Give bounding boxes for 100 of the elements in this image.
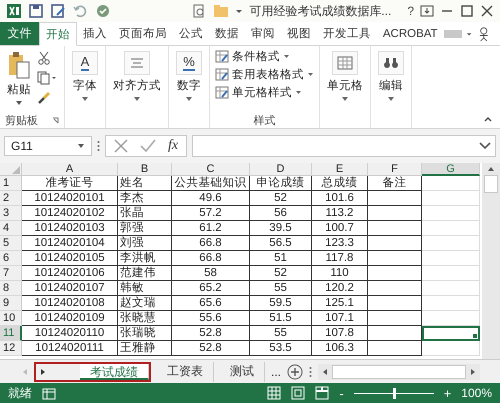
- column-header[interactable]: F: [368, 163, 422, 176]
- macro-record-icon[interactable]: [42, 386, 56, 400]
- table-cell: 59.5: [250, 296, 312, 311]
- column-header[interactable]: D: [250, 163, 312, 176]
- ribbon-button[interactable]: % 数字: [174, 49, 204, 104]
- ribbon-tab[interactable]: 数据: [208, 22, 245, 45]
- normal-view-icon[interactable]: [267, 386, 282, 400]
- scroll-right-icon[interactable]: [40, 368, 46, 376]
- table-cell: [368, 191, 422, 206]
- row-number[interactable]: 7: [0, 266, 22, 281]
- restore-ribbon-icon[interactable]: [420, 5, 434, 17]
- column-header[interactable]: G: [422, 163, 480, 176]
- window-title: 可用经验考试成绩数据库...: [249, 2, 392, 20]
- save-icon[interactable]: [28, 3, 44, 19]
- expand-icon[interactable]: [479, 142, 491, 150]
- group-label: 样式: [254, 114, 276, 128]
- table-cell: 51.5: [250, 311, 312, 326]
- add-sheet-icon[interactable]: [287, 364, 304, 380]
- insert-function-button[interactable]: fx: [168, 138, 178, 154]
- ribbon-button[interactable]: 单元格: [325, 49, 365, 104]
- scroll-thumb[interactable]: [484, 175, 498, 193]
- ribbon-tab[interactable]: 视图: [280, 22, 317, 45]
- check-icon[interactable]: [140, 139, 156, 153]
- table-cell: 王雅静: [118, 341, 172, 356]
- sheet-tab[interactable]: 测试: [220, 362, 265, 382]
- page-break-icon[interactable]: [315, 386, 330, 400]
- table-cell: 123.3: [312, 236, 368, 251]
- more-sheets[interactable]: ...: [271, 364, 282, 378]
- ribbon-tab[interactable]: 公式: [172, 22, 209, 45]
- row-number[interactable]: 3: [0, 206, 22, 221]
- ribbon-button[interactable]: 对齐方式: [111, 49, 163, 104]
- edit-document-icon[interactable]: [50, 3, 66, 19]
- sheet-tab[interactable]: 工资表: [157, 362, 214, 382]
- sheet-tab[interactable]: 考试成绩: [80, 364, 149, 380]
- table-cell: 107.1: [312, 311, 368, 326]
- column-header[interactable]: A: [22, 163, 118, 176]
- column-header[interactable]: C: [172, 163, 250, 176]
- ribbon-button[interactable]: A 字体: [70, 49, 100, 104]
- row-number[interactable]: 6: [0, 251, 22, 266]
- row-number[interactable]: 5: [0, 236, 22, 251]
- column-header[interactable]: E: [312, 163, 368, 176]
- cell-cursor[interactable]: [422, 326, 480, 341]
- row-number[interactable]: 9: [0, 296, 22, 311]
- caret-icon: [387, 96, 395, 102]
- table-cell: [422, 191, 480, 206]
- check-badge-icon[interactable]: [94, 3, 112, 19]
- collapse-ribbon-icon[interactable]: [484, 116, 492, 122]
- scroll-up-icon[interactable]: [487, 166, 495, 172]
- style-menu-button[interactable]: 套用表格格式: [215, 67, 314, 82]
- column-header[interactable]: B: [118, 163, 172, 176]
- style-menu-button[interactable]: 条件格式: [215, 49, 314, 64]
- zoom-level[interactable]: 100%: [461, 386, 492, 400]
- style-menu-button[interactable]: 单元格样式: [215, 85, 314, 100]
- row-number[interactable]: 1: [0, 176, 22, 191]
- table-cell: 10124020109: [22, 311, 118, 326]
- row-number[interactable]: 4: [0, 221, 22, 236]
- table-cell: [422, 296, 480, 311]
- scroll-right-icon[interactable]: [470, 368, 476, 376]
- table-cell: [422, 206, 480, 221]
- zoom-in-button[interactable]: +: [444, 386, 452, 400]
- ribbon-tab[interactable]: 插入: [76, 22, 113, 45]
- drag-handle-icon[interactable]: [309, 366, 312, 378]
- table-cell: [422, 221, 480, 236]
- close-icon[interactable]: [480, 5, 494, 17]
- ribbon-tab[interactable]: ACROBAT: [376, 22, 444, 45]
- paste-button[interactable]: 粘贴: [5, 49, 33, 112]
- ribbon-tab[interactable]: 页面布局: [112, 22, 173, 45]
- help-button[interactable]: ?: [407, 4, 414, 18]
- excel-logo-icon[interactable]: [6, 3, 22, 19]
- cancel-icon[interactable]: [114, 139, 128, 153]
- zoom-out-button[interactable]: -: [339, 386, 344, 400]
- vertical-scrollbar[interactable]: [482, 163, 500, 359]
- ribbon-tab[interactable]: 审阅: [244, 22, 281, 45]
- page-layout-icon[interactable]: [291, 386, 306, 400]
- caret-icon[interactable]: [235, 7, 244, 15]
- row-number[interactable]: 11: [0, 326, 22, 341]
- file-tab[interactable]: 文件: [0, 22, 39, 45]
- name-box[interactable]: G11: [4, 136, 92, 156]
- table-cell: 10124020103: [22, 221, 118, 236]
- row-number[interactable]: 8: [0, 281, 22, 296]
- maximize-icon[interactable]: [460, 5, 474, 17]
- ribbon-tab[interactable]: 开始: [38, 22, 77, 46]
- scroll-left-icon[interactable]: [322, 368, 328, 376]
- caret-icon: [15, 100, 23, 106]
- formula-input[interactable]: [192, 135, 496, 157]
- horizontal-scrollbar[interactable]: [318, 364, 480, 380]
- copy-icon[interactable]: [37, 71, 57, 85]
- scroll-thumb[interactable]: [332, 364, 466, 378]
- ribbon-tab[interactable]: 开发工具: [316, 22, 377, 45]
- caret-icon: [185, 96, 193, 102]
- ribbon-button[interactable]: 编辑: [376, 49, 406, 104]
- dialog-launcher-icon[interactable]: [52, 116, 59, 124]
- row-number[interactable]: 2: [0, 191, 22, 206]
- table-cell: 申论成绩: [250, 176, 312, 191]
- table-cell: 106.3: [312, 341, 368, 356]
- scissors-icon[interactable]: [37, 51, 51, 65]
- brush-icon[interactable]: [37, 91, 51, 105]
- row-number[interactable]: 12: [0, 341, 22, 356]
- drag-handle-icon[interactable]: [97, 140, 100, 152]
- row-number[interactable]: 10: [0, 311, 22, 326]
